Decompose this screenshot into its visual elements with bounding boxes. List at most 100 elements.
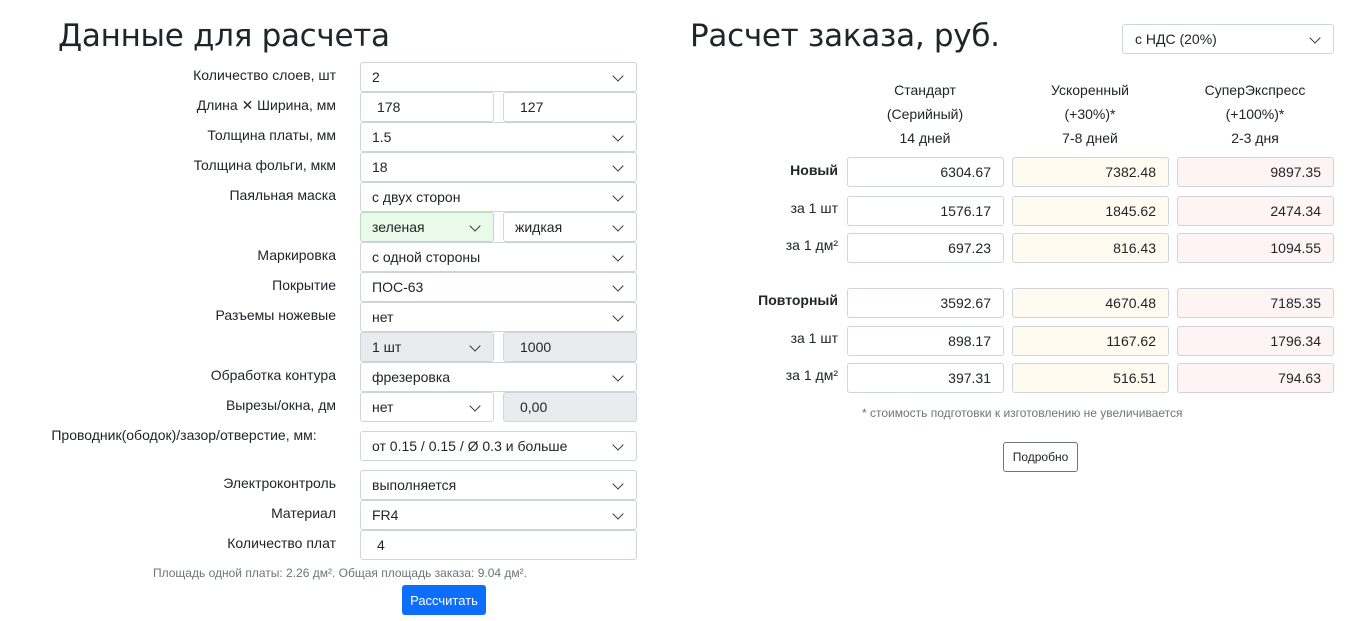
chevron-down-icon — [612, 70, 624, 82]
chevron-down-icon — [1309, 32, 1321, 44]
mask-label: Паяльная маска — [229, 187, 336, 203]
chevron-down-icon — [469, 220, 481, 232]
thickness-select[interactable]: 1.5 — [360, 122, 637, 152]
footnote: * стоимость подготовки к изготовлению не… — [862, 406, 1183, 420]
cutouts-amount-input[interactable]: 0,00 — [503, 392, 637, 422]
chevron-down-icon — [612, 370, 624, 382]
chevron-down-icon — [612, 310, 624, 322]
connectors-value: нет — [372, 309, 394, 325]
price-cell: 816.43 — [1012, 233, 1169, 263]
column-rate: (+30%)* — [1064, 106, 1116, 122]
mask-select[interactable]: с двух сторон — [360, 182, 637, 212]
contour-value: фрезеровка — [372, 369, 451, 385]
connectors-amount-input[interactable]: 1000 — [503, 332, 637, 362]
price-cell: 1167.62 — [1012, 326, 1169, 356]
width-input[interactable]: 127 — [503, 92, 637, 122]
price-cell: 794.63 — [1177, 363, 1334, 393]
price-cell: 7382.48 — [1012, 157, 1169, 187]
price-cell: 1845.62 — [1012, 196, 1169, 226]
price-cell: 516.51 — [1012, 363, 1169, 393]
contour-label: Обработка контура — [210, 367, 336, 383]
details-button[interactable]: Подробно — [1003, 442, 1078, 472]
price-cell: 1796.34 — [1177, 326, 1334, 356]
material-select[interactable]: FR4 — [360, 500, 637, 530]
row-label-new: Новый — [790, 162, 838, 178]
chevron-down-icon — [612, 190, 624, 202]
price-cell: 898.17 — [847, 326, 1004, 356]
row-label-per-dm2: за 1 дм² — [785, 237, 838, 253]
price-cell: 697.23 — [847, 233, 1004, 263]
etest-label: Электроконтроль — [223, 475, 336, 491]
foil-value: 18 — [372, 159, 388, 175]
chevron-down-icon — [612, 130, 624, 142]
chevron-down-icon — [612, 280, 624, 292]
vat-value: с НДС (20%) — [1135, 31, 1217, 47]
chevron-down-icon — [612, 250, 624, 262]
vat-select[interactable]: с НДС (20%) — [1122, 24, 1334, 54]
conductor-label: Проводник(ободок)/зазор/отверстие, мм: — [51, 427, 317, 443]
marking-select[interactable]: с одной стороны — [360, 242, 637, 272]
price-cell: 9897.35 — [1177, 157, 1334, 187]
connectors-qty-select[interactable]: 1 шт — [360, 332, 494, 362]
chevron-down-icon — [612, 160, 624, 172]
price-cell: 397.31 — [847, 363, 1004, 393]
price-cell: 2474.34 — [1177, 196, 1334, 226]
price-cell: 6304.67 — [847, 157, 1004, 187]
chevron-down-icon — [469, 400, 481, 412]
coating-value: ПОС-63 — [372, 279, 424, 295]
etest-select[interactable]: выполняется — [360, 470, 637, 500]
conductor-value: от 0.15 / 0.15 / Ø 0.3 и больше — [372, 438, 568, 454]
mask-color-select[interactable]: зеленая — [360, 212, 494, 242]
boards-input[interactable]: 4 — [360, 530, 637, 560]
row-label-repeat: Повторный — [758, 292, 838, 308]
column-rate: (+100%)* — [1225, 106, 1285, 122]
column-rate: (Серийный) — [886, 106, 964, 122]
calculate-button[interactable]: Рассчитать — [402, 585, 486, 615]
thickness-label: Толщина платы, мм — [207, 127, 336, 143]
row-label-per-dm2: за 1 дм² — [785, 367, 838, 383]
material-label: Материал — [271, 505, 336, 521]
row-label-per-piece: за 1 шт — [790, 200, 838, 216]
chevron-down-icon — [612, 220, 624, 232]
chevron-down-icon — [469, 340, 481, 352]
column-header-standard: Стандарт (Серийный) 14 дней — [845, 78, 1005, 150]
mask-type-value: жидкая — [515, 219, 563, 235]
area-note: Площадь одной платы: 2.26 дм². Общая пло… — [153, 566, 527, 580]
foil-label: Толщина фольги, мкм — [193, 157, 336, 173]
layers-value: 2 — [372, 69, 380, 85]
price-cell: 1094.55 — [1177, 233, 1334, 263]
marking-label: Маркировка — [257, 247, 336, 263]
coating-select[interactable]: ПОС-63 — [360, 272, 637, 302]
marking-value: с одной стороны — [372, 249, 481, 265]
price-cell: 1576.17 — [847, 196, 1004, 226]
mask-type-select[interactable]: жидкая — [503, 212, 637, 242]
mask-value: с двух сторон — [372, 189, 461, 205]
length-input[interactable]: 178 — [360, 92, 494, 122]
thickness-value: 1.5 — [372, 129, 392, 145]
connectors-qty-value: 1 шт — [372, 339, 402, 355]
column-term: 7-8 дней — [1062, 130, 1118, 146]
chevron-down-icon — [612, 478, 624, 490]
column-name: Стандарт — [894, 82, 956, 98]
layers-label: Количество слоев, шт — [193, 67, 336, 83]
contour-select[interactable]: фрезеровка — [360, 362, 637, 392]
cutouts-label: Вырезы/окна, дм — [225, 397, 336, 413]
dims-label: Длина ✕ Ширина, мм — [196, 97, 336, 113]
calc-data-title: Данные для расчета — [58, 18, 390, 54]
column-term: 2-3 дня — [1231, 130, 1279, 146]
column-header-superexpress: СуперЭкспресс (+100%)* 2-3 дня — [1175, 78, 1335, 150]
order-calc-title: Расчет заказа, руб. — [690, 18, 1000, 54]
conductor-select[interactable]: от 0.15 / 0.15 / Ø 0.3 и больше — [360, 431, 637, 461]
price-cell: 7185.35 — [1177, 288, 1334, 318]
connectors-label: Разъемы ножевые — [215, 307, 336, 323]
price-cell: 4670.48 — [1012, 288, 1169, 318]
layers-select[interactable]: 2 — [360, 62, 637, 92]
chevron-down-icon — [612, 439, 624, 451]
connectors-select[interactable]: нет — [360, 302, 637, 332]
row-label-per-piece: за 1 шт — [790, 330, 838, 346]
cutouts-select[interactable]: нет — [360, 392, 494, 422]
foil-select[interactable]: 18 — [360, 152, 637, 182]
column-term: 14 дней — [899, 130, 951, 146]
coating-label: Покрытие — [272, 277, 336, 293]
column-header-accelerated: Ускоренный (+30%)* 7-8 дней — [1010, 78, 1170, 150]
